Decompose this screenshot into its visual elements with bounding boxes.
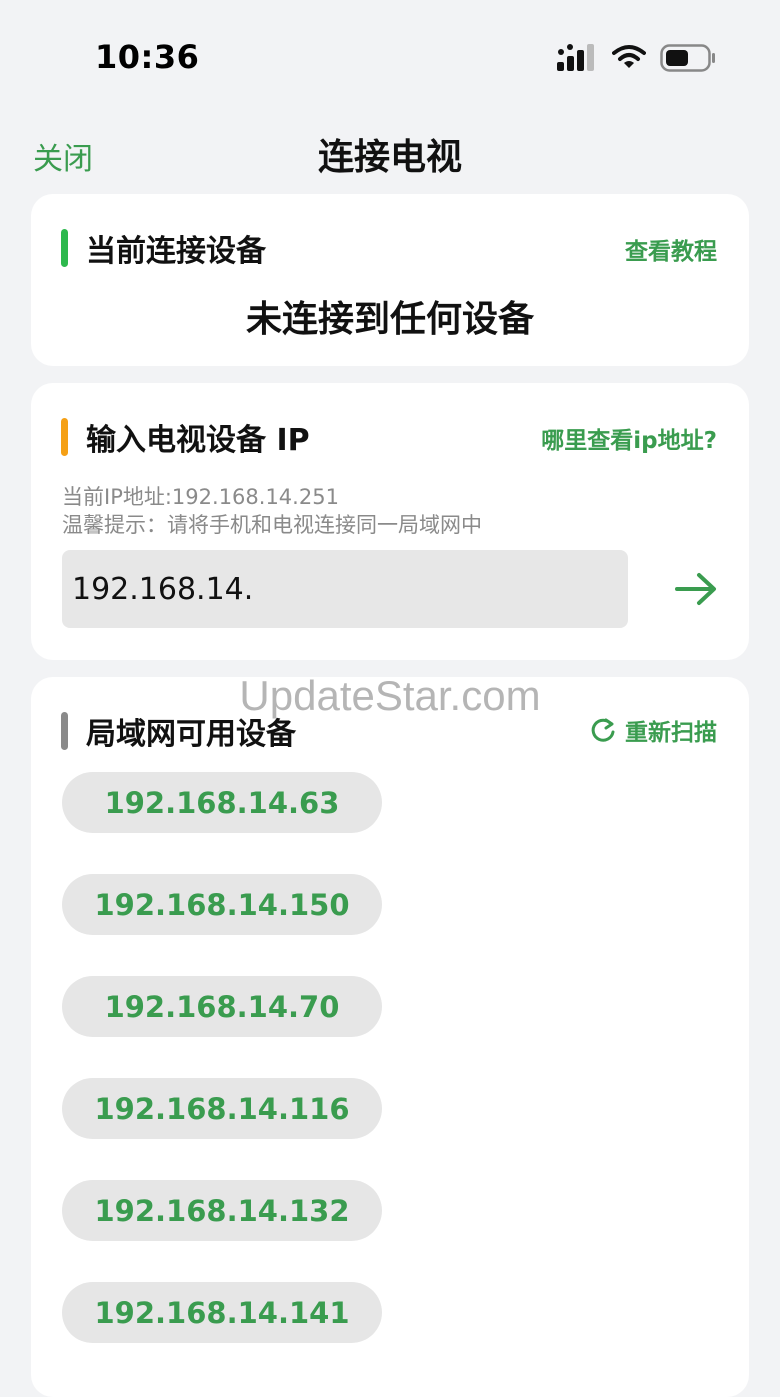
lan-devices-title: 局域网可用设备 <box>86 717 296 752</box>
green-accent-bar <box>61 229 68 267</box>
device-list: 192.168.14.63 192.168.14.150 192.168.14.… <box>62 772 382 1384</box>
arrow-right-icon[interactable] <box>671 567 723 611</box>
ip-input-title: 输入电视设备 IP <box>86 423 310 458</box>
page-title: 连接电视 <box>317 137 462 178</box>
section-header: 局域网可用设备 <box>61 711 296 752</box>
view-tutorial-link[interactable]: 查看教程 <box>625 232 717 266</box>
device-ip-button[interactable]: 192.168.14.141 <box>62 1282 382 1343</box>
device-ip-button[interactable]: 192.168.14.116 <box>62 1078 382 1139</box>
orange-accent-bar <box>61 418 68 456</box>
wifi-icon <box>612 45 646 68</box>
device-ip-button[interactable]: 192.168.14.150 <box>62 874 382 935</box>
current-ip-text: 当前IP地址:192.168.14.251 <box>62 485 339 509</box>
status-bar: 10:36 <box>0 0 780 110</box>
battery-icon <box>660 44 715 72</box>
lan-devices-card: 局域网可用设备 重新扫描 192.168.14.63 192.168.14.15… <box>31 677 749 1397</box>
current-device-card: 当前连接设备 查看教程 未连接到任何设备 <box>31 194 749 366</box>
rescan-button[interactable]: 重新扫描 <box>589 713 717 747</box>
refresh-icon <box>591 718 615 742</box>
ip-input-card: 输入电视设备 IP 哪里查看ip地址? 当前IP地址:192.168.14.25… <box>31 383 749 660</box>
connection-status: 未连接到任何设备 <box>245 299 534 340</box>
cellular-signal-icon <box>557 44 594 71</box>
section-header: 输入电视设备 IP <box>61 417 310 458</box>
device-ip-button[interactable]: 192.168.14.132 <box>62 1180 382 1241</box>
device-ip-button[interactable]: 192.168.14.70 <box>62 976 382 1037</box>
section-header: 当前连接设备 <box>61 228 266 269</box>
current-device-title: 当前连接设备 <box>86 234 266 269</box>
navigation-bar: 关闭 连接电视 <box>0 120 780 180</box>
status-time: 10:36 <box>95 38 200 76</box>
network-tip-text: 温馨提示：请将手机和电视连接同一局域网中 <box>62 513 482 537</box>
rescan-label: 重新扫描 <box>625 720 717 746</box>
where-to-find-ip-link[interactable]: 哪里查看ip地址? <box>541 421 717 455</box>
device-ip-button[interactable]: 192.168.14.63 <box>62 772 382 833</box>
gray-accent-bar <box>61 712 68 750</box>
ip-address-input[interactable] <box>62 550 628 628</box>
